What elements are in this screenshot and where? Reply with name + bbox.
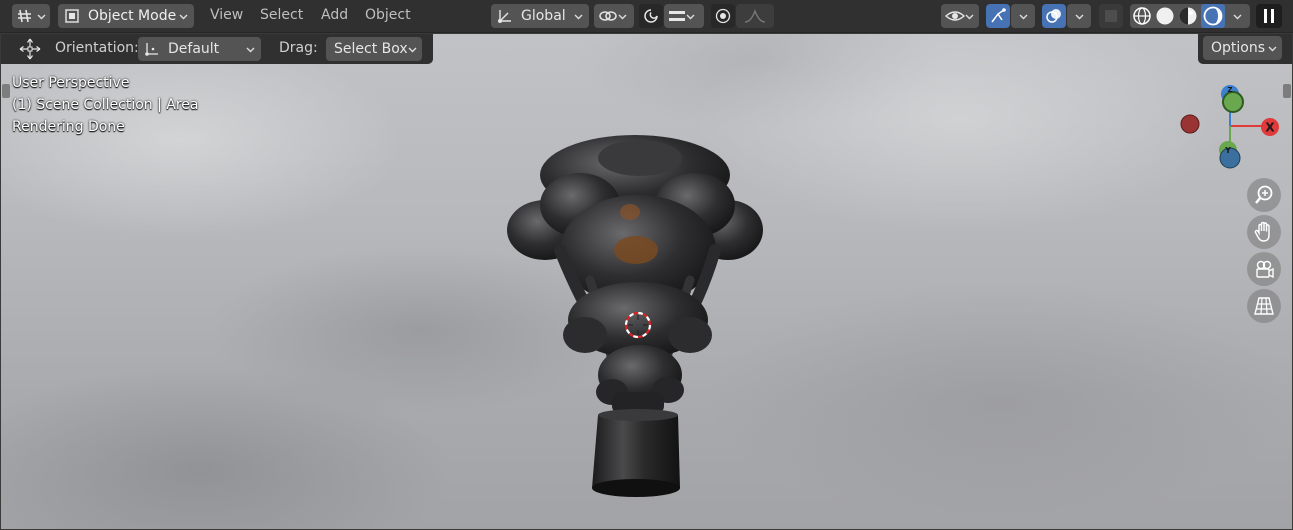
scene-collection-text: (1) Scene Collection | Area	[12, 97, 199, 113]
blender-window: Object Mode View Select Add Object Globa…	[0, 0, 1293, 530]
gizmo-options-dropdown[interactable]	[1011, 4, 1035, 28]
rendered-shading-icon[interactable]	[1201, 4, 1225, 28]
solid-shading-icon[interactable]	[1155, 6, 1175, 26]
grid-editor-icon	[16, 7, 34, 25]
mode-label: Object Mode	[88, 8, 177, 24]
zoom-icon	[1253, 184, 1275, 206]
3d-viewport[interactable]	[0, 0, 1293, 530]
y-axis-label: Y	[1224, 146, 1231, 155]
proportional-falloff-selector[interactable]	[736, 4, 774, 28]
chevron-down-icon	[408, 45, 417, 54]
negative-x-axis-ball[interactable]	[1180, 114, 1200, 134]
gizmo-toggle[interactable]	[986, 4, 1010, 28]
transform-orientation-selector[interactable]: Global	[491, 4, 589, 28]
chevron-down-icon	[1268, 44, 1277, 53]
overlays-toggle[interactable]	[1042, 4, 1066, 28]
pan-button[interactable]	[1247, 215, 1281, 249]
link-chain-icon	[598, 8, 618, 24]
orientation-label: Global	[521, 8, 566, 24]
shading-mode-group	[1130, 4, 1250, 28]
orientation-value: Default	[168, 41, 220, 57]
pause-render-button[interactable]	[1256, 4, 1282, 28]
snap-toggle[interactable]	[639, 4, 663, 28]
chevron-down-icon	[179, 12, 188, 21]
chevron-down-icon	[37, 12, 46, 21]
grid-perspective-icon	[1253, 295, 1275, 317]
falloff-curve-icon	[743, 8, 767, 24]
menu-view[interactable]: View	[210, 7, 243, 23]
pause-icon	[1262, 8, 1276, 24]
chevron-down-icon	[246, 45, 255, 54]
mode-selector[interactable]: Object Mode	[58, 4, 194, 28]
rocket-engine-render	[507, 135, 763, 497]
render-status-text: Rendering Done	[12, 119, 125, 135]
view-perspective-text: User Perspective	[12, 75, 130, 91]
chevron-down-icon	[965, 12, 974, 21]
menu-add[interactable]: Add	[321, 7, 348, 23]
chevron-down-icon	[618, 12, 627, 21]
camera-icon	[1253, 258, 1275, 280]
wireframe-shading-icon[interactable]	[1132, 6, 1152, 26]
move-tool-icon[interactable]	[18, 37, 42, 61]
options-dropdown[interactable]: Options	[1203, 36, 1282, 60]
tool-settings-bar: Orientation: Default Drag: Select Box	[0, 33, 433, 64]
orientation-axes-icon	[497, 8, 513, 24]
pivot-point-selector[interactable]	[594, 4, 634, 28]
snap-increment-icon	[668, 8, 686, 24]
zoom-button[interactable]	[1247, 178, 1281, 212]
hand-pan-icon	[1253, 221, 1275, 243]
chevron-down-icon	[574, 12, 583, 21]
options-label: Options	[1211, 40, 1266, 56]
xray-icon	[1103, 8, 1119, 24]
left-toolbar-tab[interactable]	[2, 84, 10, 98]
orientation-dropdown[interactable]: Default	[138, 37, 261, 61]
editor-type-button[interactable]	[12, 4, 50, 28]
visibility-eye-icon	[944, 8, 966, 24]
orientation-gizmo-icon	[144, 41, 160, 57]
proportional-edit-icon	[715, 8, 731, 24]
toggle-perspective-button[interactable]	[1247, 289, 1281, 323]
orientation-label: Orientation:	[55, 40, 139, 56]
z-axis-label: Z	[1227, 86, 1232, 94]
chevron-down-icon	[1019, 12, 1028, 21]
snap-magnet-icon	[642, 7, 660, 25]
drag-label: Drag:	[279, 40, 318, 56]
chevron-down-icon	[686, 12, 695, 21]
overlays-options-dropdown[interactable]	[1067, 4, 1091, 28]
xray-toggle[interactable]	[1099, 4, 1123, 28]
proportional-editing-toggle[interactable]	[711, 4, 735, 28]
x-axis-label: X	[1265, 121, 1275, 135]
axis-navigation-gizmo[interactable]: X Y Z	[1175, 82, 1285, 172]
visibility-selector[interactable]	[941, 4, 979, 28]
overlay-icon	[1045, 7, 1063, 25]
material-shading-icon[interactable]	[1178, 6, 1198, 26]
camera-view-button[interactable]	[1247, 252, 1281, 286]
y-axis-ball[interactable]	[1222, 91, 1244, 113]
gizmo-icon	[989, 7, 1007, 25]
object-mode-icon	[64, 8, 80, 24]
menu-object[interactable]: Object	[365, 7, 411, 23]
snap-target-selector[interactable]	[664, 4, 704, 28]
chevron-down-icon[interactable]	[1233, 12, 1242, 21]
menu-select[interactable]: Select	[260, 7, 303, 23]
chevron-down-icon	[1075, 12, 1084, 21]
drag-value: Select Box	[334, 41, 408, 57]
drag-dropdown[interactable]: Select Box	[326, 37, 422, 61]
viewport-header: Object Mode View Select Add Object Globa…	[0, 0, 1293, 33]
